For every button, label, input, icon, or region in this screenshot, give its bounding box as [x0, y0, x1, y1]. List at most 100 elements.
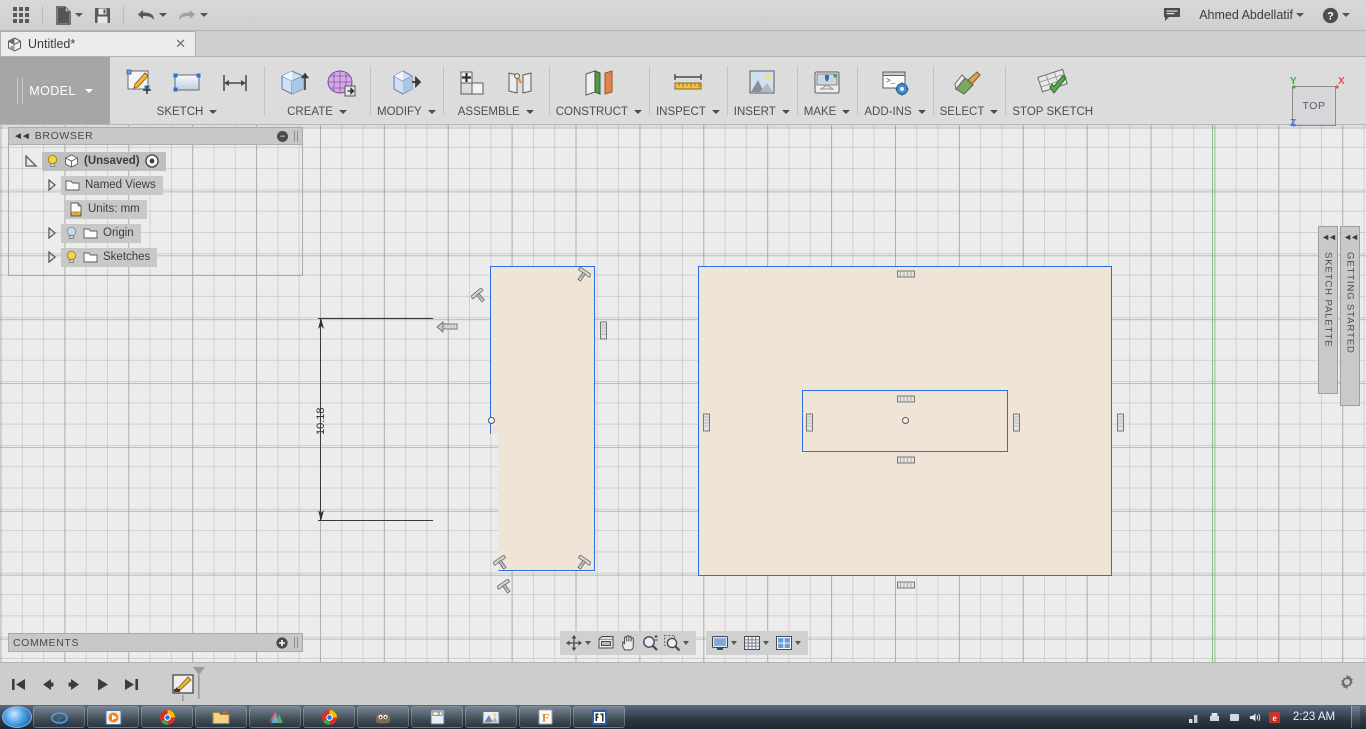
offset-plane-button[interactable]	[577, 63, 621, 103]
look-at-button[interactable]	[595, 632, 617, 654]
network-icon[interactable]	[1188, 711, 1201, 724]
comments-resize-grip[interactable]	[294, 637, 298, 648]
perpendicular-constraint-icon[interactable]	[493, 555, 510, 572]
printer-icon[interactable]	[1208, 711, 1221, 724]
app-grid-button[interactable]	[8, 2, 34, 28]
extrude-button[interactable]	[271, 63, 315, 103]
perpendicular-constraint-icon[interactable]	[574, 267, 591, 284]
vertical-constraint-icon[interactable]	[598, 320, 609, 342]
tree-item-sketches[interactable]: Sketches	[9, 245, 302, 269]
taskbar-paint[interactable]	[249, 706, 301, 728]
chevron-down-icon[interactable]	[795, 641, 801, 645]
workspace-selector[interactable]: MODEL	[0, 57, 110, 124]
collapsed-arrow-icon[interactable]	[47, 227, 57, 239]
dimension-value[interactable]: 10.18	[315, 407, 327, 435]
tree-node-pill[interactable]: (Unsaved)	[42, 151, 166, 171]
start-orb-icon[interactable]	[2, 706, 32, 728]
grid-snaps-button[interactable]	[741, 632, 763, 654]
ribbon-panel-label[interactable]: ASSEMBLE	[458, 106, 534, 118]
target-icon[interactable]	[144, 154, 159, 168]
vertical-constraint-icon[interactable]	[1011, 412, 1022, 434]
ribbon-panel-label[interactable]: INSERT	[734, 106, 790, 118]
timeline-play[interactable]	[92, 673, 114, 695]
light-bulb-icon[interactable]	[46, 154, 59, 168]
taskbar-photo-viewer[interactable]	[465, 706, 517, 728]
display-settings-button[interactable]	[709, 632, 731, 654]
taskbar-fusion360[interactable]	[573, 706, 625, 728]
left-profile-point[interactable]	[488, 417, 495, 424]
browser-resize-grip[interactable]	[294, 130, 298, 142]
expanded-arrow-icon[interactable]	[25, 155, 38, 167]
pan-button[interactable]	[617, 632, 639, 654]
chevron-down-icon[interactable]	[585, 641, 591, 645]
taskbar-explorer[interactable]	[195, 706, 247, 728]
create-sketch-button[interactable]	[117, 63, 161, 103]
ribbon-panel-label[interactable]: MODIFY	[377, 106, 436, 118]
collapsed-arrow-icon[interactable]	[47, 251, 57, 263]
horizontal-constraint-icon[interactable]	[896, 394, 916, 406]
timeline-feature-sketch1[interactable]	[172, 665, 212, 703]
tree-item-origin[interactable]: Origin	[9, 221, 302, 245]
light-bulb-icon[interactable]	[65, 250, 78, 264]
vertical-constraint-icon[interactable]	[701, 412, 712, 434]
timeline-step-back[interactable]	[36, 673, 58, 695]
light-bulb-icon[interactable]	[65, 226, 78, 240]
ribbon-panel-label[interactable]: STOP SKETCH	[1012, 106, 1093, 118]
horizontal-constraint-icon[interactable]	[896, 269, 916, 281]
document-tab[interactable]: Untitled* ✕	[0, 31, 196, 56]
right-profile-point[interactable]	[902, 417, 909, 424]
timeline-go-to-end[interactable]	[120, 673, 142, 695]
stop-sketch-button[interactable]	[1031, 63, 1075, 103]
select-tool-button[interactable]	[947, 63, 991, 103]
tree-item-named-views[interactable]: Named Views	[9, 173, 302, 197]
timeline-go-to-beginning[interactable]	[8, 673, 30, 695]
plus-circle-icon[interactable]	[276, 636, 288, 649]
scripts-addins-button[interactable]: >_	[873, 63, 917, 103]
timeline-settings-button[interactable]	[1338, 673, 1356, 694]
getting-started-tab[interactable]: ◄◄ GETTING STARTED	[1340, 226, 1360, 406]
tree-node-pill[interactable]: Sketches	[61, 247, 158, 267]
taskbar-gimp[interactable]	[357, 706, 409, 728]
taskbar-calculator[interactable]: 0	[411, 706, 463, 728]
redo-button[interactable]	[173, 2, 212, 28]
comments-panel[interactable]: COMMENTS	[8, 633, 303, 652]
ribbon-panel-label[interactable]: INSPECT	[656, 106, 720, 118]
new-component-button[interactable]	[450, 63, 494, 103]
ribbon-panel-label[interactable]: CREATE	[287, 106, 347, 118]
volume-icon[interactable]	[1248, 711, 1261, 724]
tree-node-pill[interactable]: Units: mm	[65, 199, 147, 219]
help-button[interactable]: ?	[1318, 2, 1354, 28]
close-icon[interactable]: ✕	[172, 36, 189, 52]
vertical-constraint-icon[interactable]	[804, 412, 815, 434]
chevron-down-icon[interactable]	[683, 641, 689, 645]
horizontal-constraint-icon[interactable]	[896, 455, 916, 467]
undo-button[interactable]	[132, 2, 171, 28]
chevron-down-icon[interactable]	[763, 641, 769, 645]
ribbon-panel-label[interactable]: CONSTRUCT	[556, 106, 642, 118]
browser-collapse-icon[interactable]: −	[277, 130, 288, 142]
viewports-button[interactable]	[773, 632, 795, 654]
press-pull-button[interactable]	[384, 63, 428, 103]
device-icon[interactable]	[1228, 711, 1241, 724]
ribbon-panel-label[interactable]: ADD-INS	[864, 106, 926, 118]
taskbar-app-f[interactable]: F	[519, 706, 571, 728]
ribbon-panel-label[interactable]: SKETCH	[157, 106, 218, 118]
zoom-button[interactable]	[639, 632, 661, 654]
tree-item-unsaved[interactable]: (Unsaved)	[9, 149, 302, 173]
taskbar-clock[interactable]: 2:23 AM	[1288, 711, 1340, 723]
save-button[interactable]	[89, 2, 115, 28]
taskbar-chrome-2[interactable]	[303, 706, 355, 728]
ribbon-panel-label[interactable]: MAKE	[804, 106, 851, 118]
taskbar-internet-explorer[interactable]: e	[33, 706, 85, 728]
horizontal-constraint-icon[interactable]	[436, 319, 460, 336]
rectangle-button[interactable]	[165, 63, 209, 103]
tree-item-units[interactable]: Units: mm	[9, 197, 302, 221]
sketch-palette-tab[interactable]: ◄◄ SKETCH PALETTE	[1318, 226, 1338, 394]
zoom-window-button[interactable]	[661, 632, 683, 654]
left-sketch-profile[interactable]	[490, 266, 595, 571]
3d-print-button[interactable]	[805, 63, 849, 103]
perpendicular-constraint-icon[interactable]	[574, 555, 591, 572]
horizontal-constraint-icon[interactable]	[896, 580, 916, 592]
joint-button[interactable]	[498, 63, 542, 103]
user-menu-button[interactable]: Ahmed Abdellatif	[1195, 2, 1308, 28]
